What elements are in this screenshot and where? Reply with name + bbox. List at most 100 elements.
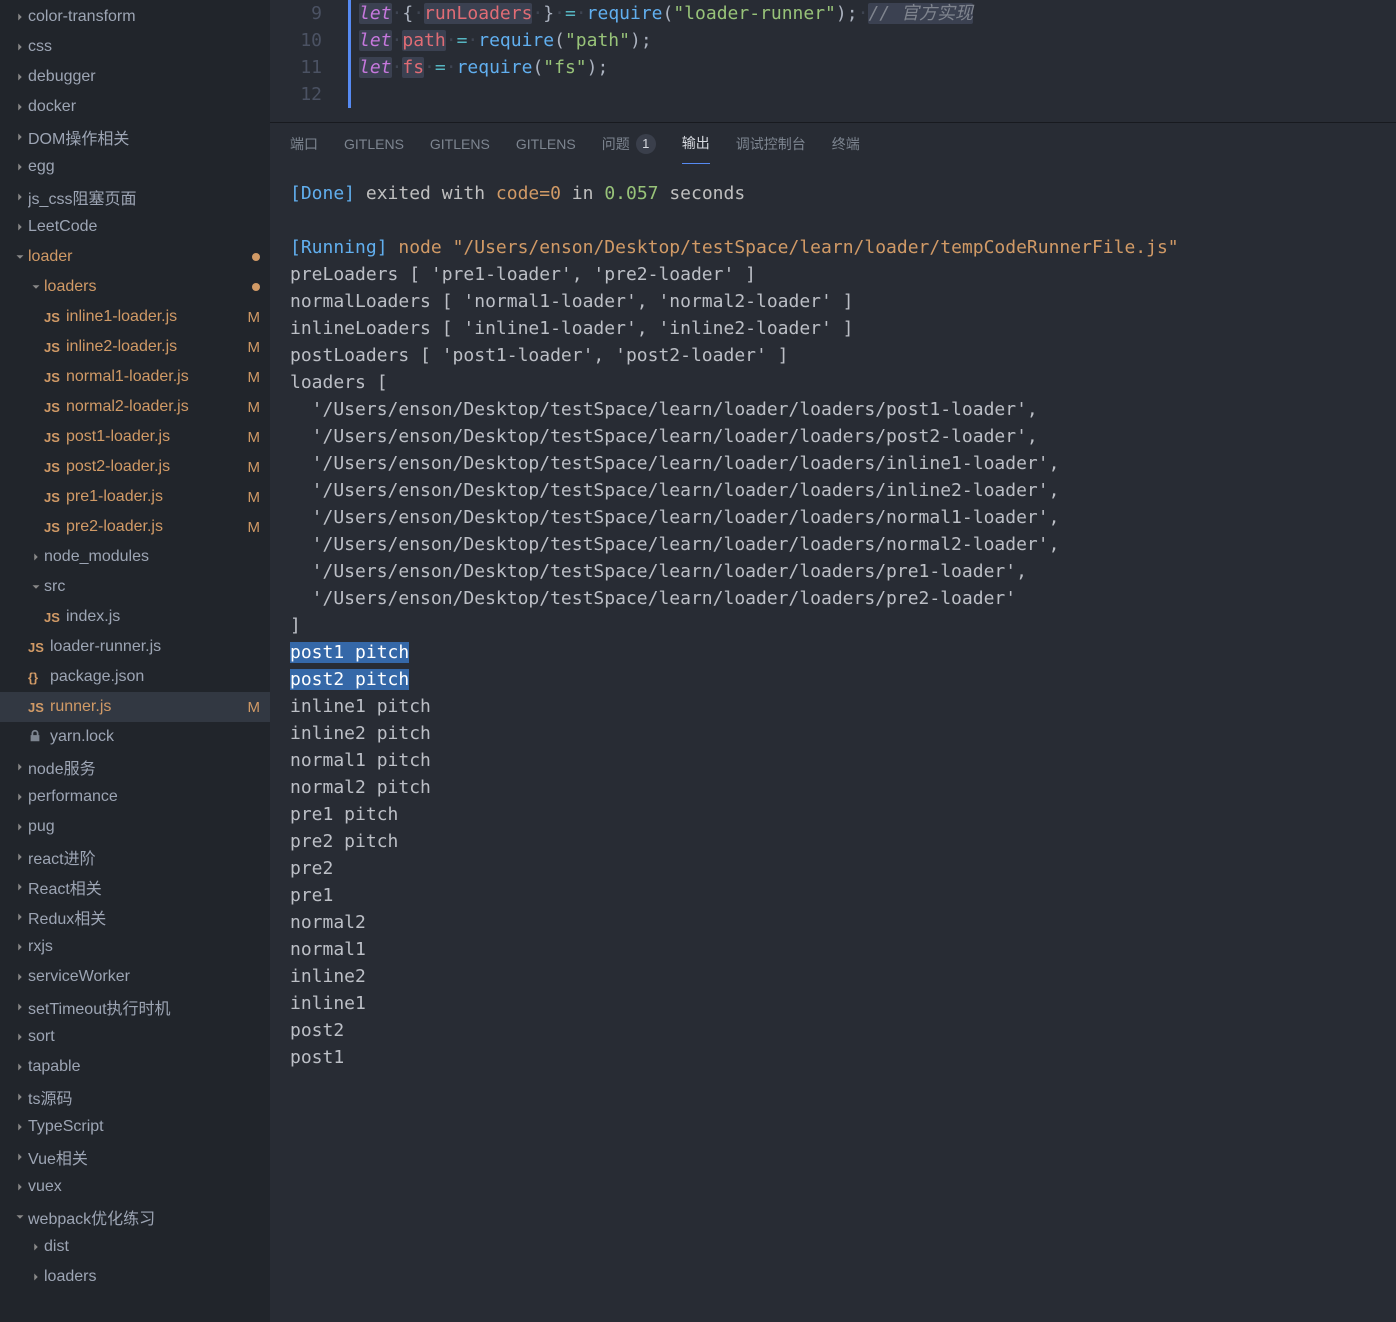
folder-item[interactable]: loader [0,242,270,272]
file-explorer[interactable]: color-transformcssdebugger docker DOM操作相关e… [0,0,270,1322]
output-line: normalLoaders [ 'normal1-loader', 'norma… [290,288,1380,315]
chevron-down-icon [28,279,44,295]
folder-item[interactable]: debugger [0,62,270,92]
code-editor[interactable]: 9 10 11 12 let·{·runLoaders·}·=·require(… [270,0,1396,122]
line-number: 12 [270,81,322,108]
modified-marker: M [248,489,261,506]
folder-item[interactable]: egg [0,152,270,182]
folder-item[interactable]: node_modules [0,542,270,572]
item-label: ts源码 [28,1085,260,1109]
item-label: react进阶 [28,845,260,869]
chevron-right-icon [12,879,28,895]
modified-marker: M [248,519,261,536]
tab-debug-console[interactable]: 调试控制台 [736,123,806,164]
folder-item[interactable]: react进阶 [0,842,270,872]
folder-item[interactable]: serviceWorker [0,962,270,992]
tab-ports[interactable]: 端口 [290,123,318,164]
output-text: exited with [355,183,496,204]
output-line: loaders [ [290,369,1380,396]
file-item[interactable]: {}package.json [0,662,270,692]
item-label: dist [44,1238,260,1256]
folder-item[interactable]: dist [0,1232,270,1262]
folder-item[interactable]: tapable [0,1052,270,1082]
folder-item[interactable]: webpack优化练习 [0,1202,270,1232]
folder-item[interactable]: vuex [0,1172,270,1202]
js-icon: JS [44,520,66,535]
item-label: node服务 [28,755,260,779]
folder-item[interactable]: DOM操作相关 [0,122,270,152]
file-item[interactable]: JSpre1-loader.jsM [0,482,270,512]
file-item[interactable]: JSnormal2-loader.jsM [0,392,270,422]
folder-item[interactable]: rxjs [0,932,270,962]
folder-item[interactable]: setTimeout执行时机 [0,992,270,1022]
tab-gitlens[interactable]: GITLENS [430,123,490,164]
code-line[interactable]: let·{·runLoaders·}·=·require("loader-run… [348,0,1396,27]
folder-item[interactable]: node服务 [0,752,270,782]
folder-item[interactable]: ts源码 [0,1082,270,1112]
file-item[interactable]: JSpre2-loader.jsM [0,512,270,542]
file-item[interactable]: JSnormal1-loader.jsM [0,362,270,392]
file-item[interactable]: JSpost1-loader.jsM [0,422,270,452]
folder-item[interactable]: pug [0,812,270,842]
file-item[interactable]: JSloader-runner.js [0,632,270,662]
tab-problems[interactable]: 问题1 [602,123,656,164]
tab-terminal[interactable]: 终端 [832,123,860,164]
output-panel[interactable]: [Done] exited with code=0 in 0.057 secon… [270,164,1396,1322]
output-line: '/Users/enson/Desktop/testSpace/learn/lo… [290,531,1380,558]
file-item[interactable]: JSinline2-loader.jsM [0,332,270,362]
folder-item[interactable]: React相关 [0,872,270,902]
folder-item[interactable]: docker [0,92,270,122]
js-icon: JS [44,370,66,385]
output-line: '/Users/enson/Desktop/testSpace/learn/lo… [290,396,1380,423]
modified-marker: M [248,369,261,386]
file-item[interactable]: JSpost2-loader.jsM [0,452,270,482]
code-line[interactable]: let·fs·=·require("fs"); [348,54,1396,81]
output-line: pre2 pitch [290,828,1380,855]
folder-item[interactable]: css [0,32,270,62]
js-icon: JS [44,490,66,505]
modified-marker: M [248,459,261,476]
item-label: loaders [44,1268,260,1286]
item-label: normal2-loader.js [66,398,248,416]
file-item[interactable]: JSinline1-loader.jsM [0,302,270,332]
chevron-right-icon [12,1149,28,1165]
folder-item[interactable]: sort [0,1022,270,1052]
folder-item[interactable]: js_css阻塞页面 [0,182,270,212]
js-icon: JS [44,340,66,355]
output-text: node "/Users/enson/Desktop/testSpace/lea… [388,237,1179,258]
folder-item[interactable]: src [0,572,270,602]
folder-item[interactable]: LeetCode [0,212,270,242]
tab-gitlens[interactable]: GITLENS [516,123,576,164]
item-label: pre2-loader.js [66,518,248,536]
item-label: docker [28,98,260,116]
file-item[interactable]: JSindex.js [0,602,270,632]
code-line[interactable] [348,81,1396,108]
folder-item[interactable]: loaders [0,1262,270,1292]
output-line: '/Users/enson/Desktop/testSpace/learn/lo… [290,423,1380,450]
chevron-right-icon [12,219,28,235]
file-item[interactable]: JSrunner.jsM [0,692,270,722]
js-icon: JS [44,430,66,445]
item-label: normal1-loader.js [66,368,248,386]
item-label: yarn.lock [50,728,260,746]
chevron-right-icon [12,789,28,805]
output-line: inline2 pitch [290,720,1380,747]
output-line: inlineLoaders [ 'inline1-loader', 'inlin… [290,315,1380,342]
line-number: 9 [270,0,322,27]
tab-output[interactable]: 输出 [682,123,710,164]
output-line: postLoaders [ 'post1-loader', 'post2-loa… [290,342,1380,369]
output-line: inline1 [290,990,1380,1017]
output-text: in [561,183,604,204]
file-item[interactable]: yarn.lock [0,722,270,752]
js-icon: JS [28,700,50,715]
folder-item[interactable]: performance [0,782,270,812]
modified-dot-icon [252,253,260,261]
editor-content[interactable]: let·{·runLoaders·}·=·require("loader-run… [348,0,1396,108]
tab-gitlens[interactable]: GITLENS [344,123,404,164]
folder-item[interactable]: color-transform [0,2,270,32]
code-line[interactable]: let·path·=·require("path"); [348,27,1396,54]
folder-item[interactable]: TypeScript [0,1112,270,1142]
folder-item[interactable]: Vue相关 [0,1142,270,1172]
folder-item[interactable]: Redux相关 [0,902,270,932]
folder-item[interactable]: loaders [0,272,270,302]
